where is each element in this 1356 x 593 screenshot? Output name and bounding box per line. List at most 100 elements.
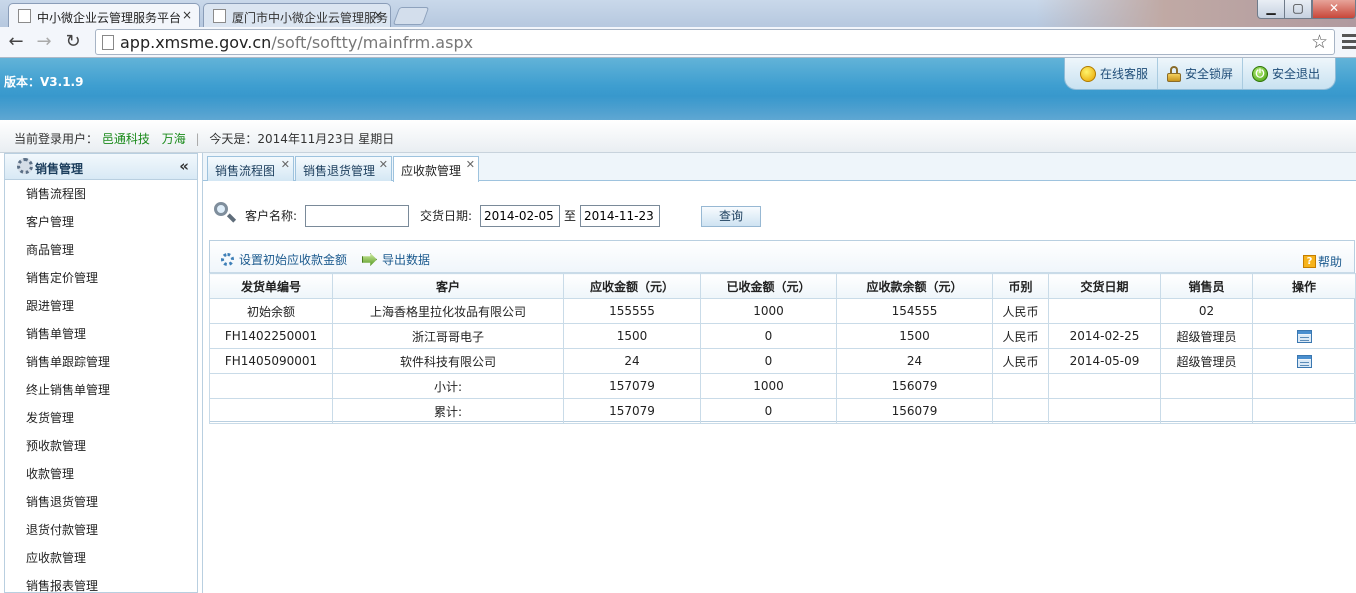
tab-sales-flow[interactable]: 销售流程图 ✕ (207, 156, 294, 181)
url-path: /soft/softty/mainfrm.aspx (271, 33, 474, 52)
cell-receivable: 24 (563, 348, 701, 374)
status-bar: 当前登录用户： 邑通科技 万海 | 今天是：2014年11月23日 星期日 (0, 120, 1356, 153)
table-row[interactable]: FH1402250001 浙江哥哥电子 1500 0 1500 人民币 2014… (209, 323, 1356, 349)
cell-balance: 156079 (836, 398, 993, 424)
sidebar-menu: 销售流程图 客户管理 商品管理 销售定价管理 跟进管理 销售单管理 销售单跟踪管… (5, 180, 197, 593)
minimize-window-button[interactable]: ▁ (1257, 0, 1285, 19)
close-tab-icon[interactable]: ✕ (281, 158, 290, 171)
cell-balance: 154555 (836, 298, 993, 324)
sidebar-item-receivables[interactable]: 应收款管理 (5, 544, 197, 572)
receivables-table: 发货单编号 客户 应收金额（元） 已收金额（元） 应收款余额（元） 币别 交货日… (209, 273, 1356, 424)
cell-actions (1252, 348, 1356, 374)
export-icon (362, 253, 377, 266)
cell-currency (992, 373, 1049, 399)
back-arrow-icon[interactable]: ← (5, 31, 27, 53)
browser-tab-inactive[interactable]: 厦门市中小微企业云管理服务 × (203, 3, 391, 27)
sidebar-item-products[interactable]: 商品管理 (5, 236, 197, 264)
cell-date (1048, 373, 1161, 399)
cell-balance: 24 (836, 348, 993, 374)
column-header[interactable]: 销售员 (1160, 273, 1253, 299)
sidebar-item-pricing[interactable]: 销售定价管理 (5, 264, 197, 292)
details-form-icon[interactable] (1296, 355, 1312, 368)
cell-actions (1252, 298, 1356, 324)
sidebar-item-collection[interactable]: 收款管理 (5, 460, 197, 488)
browser-tab-title: 厦门市中小微企业云管理服务 (232, 11, 389, 25)
table-row[interactable]: FH1405090001 软件科技有限公司 24 0 24 人民币 2014-0… (209, 348, 1356, 374)
cell-balance: 156079 (836, 373, 993, 399)
user-name: 万海 (161, 132, 186, 146)
close-window-button[interactable]: ✕ (1312, 0, 1356, 19)
grid-toolbar: 设置初始应收款金额 导出数据 ? 帮助 (210, 241, 1354, 273)
customer-name-input[interactable] (305, 205, 409, 227)
close-tab-icon[interactable]: × (373, 8, 383, 22)
cell-date (1048, 298, 1161, 324)
tab-receivables[interactable]: 应收款管理 ✕ (393, 156, 479, 182)
lock-screen-label: 安全锁屏 (1184, 67, 1233, 81)
main-content: 销售流程图 ✕ 销售退货管理 ✕ 应收款管理 ✕ 客户名称: 交货日期: 至 查… (202, 153, 1356, 593)
close-tab-icon[interactable]: ✕ (466, 158, 475, 171)
sidebar-item-followup[interactable]: 跟进管理 (5, 292, 197, 320)
table-row[interactable]: 初始余额 上海香格里拉化妆品有限公司 155555 1000 154555 人民… (209, 298, 1356, 324)
sidebar-item-sales-flow[interactable]: 销售流程图 (5, 180, 197, 208)
cell-date (1048, 398, 1161, 424)
lock-screen-link[interactable]: 安全锁屏 (1158, 58, 1243, 89)
date-to-label: 至 (564, 209, 577, 223)
date-from-input[interactable] (480, 205, 560, 227)
details-form-icon[interactable] (1296, 330, 1312, 343)
column-header[interactable]: 客户 (332, 273, 564, 299)
sidebar-item-sales-returns[interactable]: 销售退货管理 (5, 488, 197, 516)
help-button[interactable]: ? 帮助 (1302, 253, 1342, 270)
forward-arrow-icon[interactable]: → (33, 31, 55, 53)
sidebar-item-terminated-orders[interactable]: 终止销售单管理 (5, 376, 197, 404)
address-bar[interactable]: app.xmsme.gov.cn/soft/softty/mainfrm.asp… (95, 29, 1335, 55)
sidebar-header: 销售管理 « (5, 154, 197, 180)
subtotal-row: 小计: 157079 1000 156079 (209, 373, 1356, 399)
sidebar-item-sales-reports[interactable]: 销售报表管理 (5, 572, 197, 593)
cell-currency: 人民币 (992, 348, 1049, 374)
login-info: 当前登录用户： 邑通科技 万海 | 今天是：2014年11月23日 星期日 (14, 130, 394, 147)
online-service-link[interactable]: 在线客服 (1071, 58, 1158, 89)
close-tab-icon[interactable]: ✕ (379, 158, 388, 171)
tab-sales-returns[interactable]: 销售退货管理 ✕ (295, 156, 392, 181)
sidebar-item-order-tracking[interactable]: 销售单跟踪管理 (5, 348, 197, 376)
cell-salesperson: 超级管理员 (1160, 348, 1253, 374)
column-header[interactable]: 币别 (992, 273, 1049, 299)
url-host: app.xmsme.gov.cn (120, 33, 272, 52)
date-to-input[interactable] (580, 205, 660, 227)
column-header[interactable]: 应收金额（元） (563, 273, 701, 299)
sidebar-item-prepayment[interactable]: 预收款管理 (5, 432, 197, 460)
maximize-window-button[interactable]: ▢ (1284, 0, 1312, 19)
cell-received: 1000 (700, 298, 837, 324)
sidebar-item-return-payment[interactable]: 退货付款管理 (5, 516, 197, 544)
column-header[interactable]: 发货单编号 (209, 273, 333, 299)
collapse-sidebar-icon[interactable]: « (179, 157, 189, 175)
browser-toolbar: ← → ↻ app.xmsme.gov.cn/soft/softty/mainf… (0, 27, 1356, 58)
bookmark-star-icon[interactable]: ☆ (1311, 31, 1328, 53)
close-tab-icon[interactable]: × (182, 8, 192, 22)
query-button[interactable]: 查询 (701, 206, 761, 227)
browser-tab-active[interactable]: 中小微企业云管理服务平台 × (8, 3, 200, 27)
export-data-button[interactable]: 导出数据 (362, 251, 430, 268)
reload-icon[interactable]: ↻ (62, 31, 84, 53)
browser-menu-icon[interactable] (1342, 31, 1356, 53)
column-header[interactable]: 应收款余额（元） (836, 273, 993, 299)
column-header[interactable]: 交货日期 (1048, 273, 1161, 299)
tab-label: 销售流程图 (215, 164, 276, 178)
cell-actions (1252, 373, 1356, 399)
cell-receivable: 157079 (563, 373, 701, 399)
new-tab-button[interactable] (392, 7, 430, 25)
sidebar-item-customers[interactable]: 客户管理 (5, 208, 197, 236)
sidebar-item-sales-orders[interactable]: 销售单管理 (5, 320, 197, 348)
sidebar-item-shipping[interactable]: 发货管理 (5, 404, 197, 432)
lock-icon (1166, 65, 1181, 82)
sidebar: 销售管理 « 销售流程图 客户管理 商品管理 销售定价管理 跟进管理 销售单管理… (4, 153, 198, 593)
set-initial-amount-button[interactable]: 设置初始应收款金额 (221, 251, 347, 268)
cell-receivable: 1500 (563, 323, 701, 349)
column-header[interactable]: 已收金额（元） (700, 273, 837, 299)
status-separator: | (195, 132, 200, 146)
cell-order-no (209, 398, 333, 424)
power-icon: ⏻ (1251, 65, 1268, 82)
logout-link[interactable]: ⏻ 安全退出 (1243, 58, 1329, 89)
table-header-row: 发货单编号 客户 应收金额（元） 已收金额（元） 应收款余额（元） 币别 交货日… (209, 273, 1356, 299)
cell-customer: 累计: (332, 398, 564, 424)
